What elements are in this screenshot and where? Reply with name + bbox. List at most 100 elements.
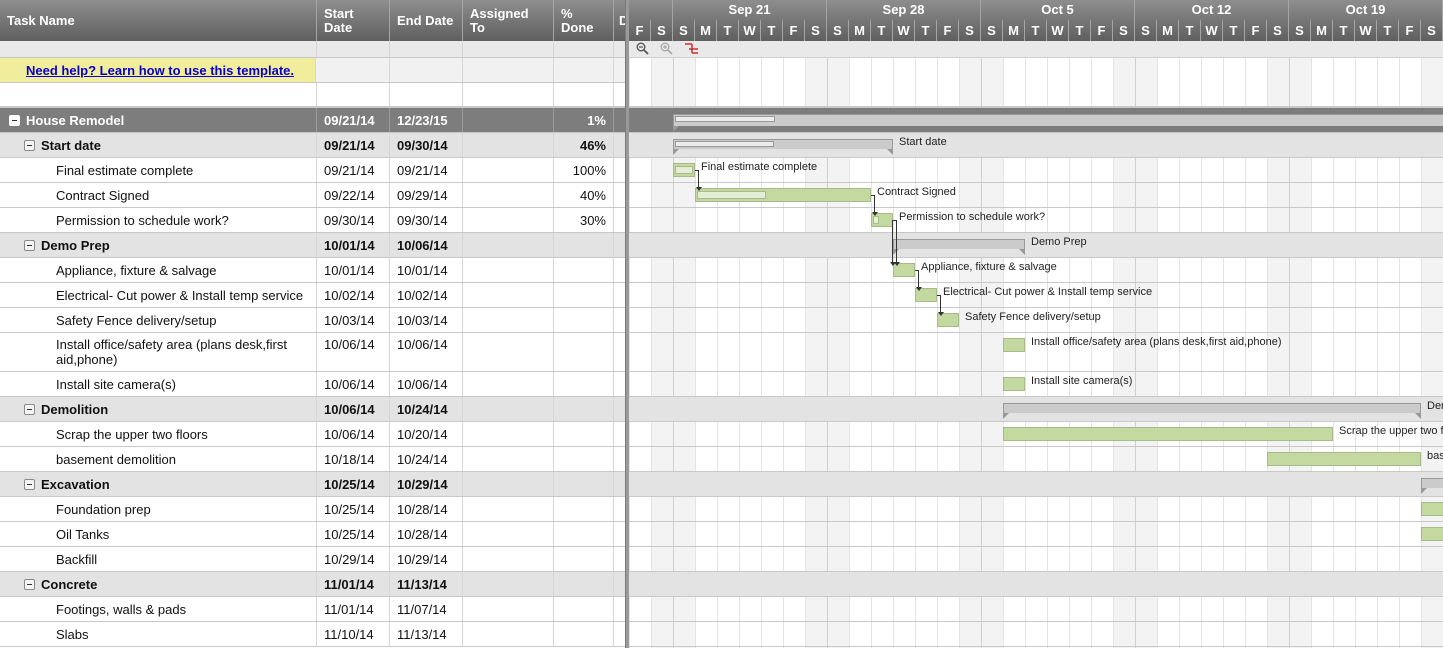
start-date-cell[interactable]: 10/25/14 [317, 497, 390, 521]
start-date-cell[interactable]: 09/30/14 [317, 208, 390, 232]
assigned-to-cell[interactable] [463, 208, 554, 232]
table-row[interactable]: Foundation prep 10/25/14 10/28/14 [0, 497, 625, 522]
end-date-cell[interactable]: 10/06/14 [390, 372, 463, 396]
assigned-to-cell[interactable] [463, 597, 554, 621]
column-header-start-date[interactable]: Start Date [317, 0, 390, 41]
summary-bar[interactable] [1421, 478, 1443, 494]
end-date-cell[interactable]: 11/13/14 [390, 572, 463, 596]
table-row[interactable]: Install site camera(s) 10/06/14 10/06/14 [0, 372, 625, 397]
end-date-cell[interactable]: 10/28/14 [390, 497, 463, 521]
task-name-cell[interactable]: Install office/safety area (plans desk,f… [0, 333, 317, 371]
assigned-to-cell[interactable] [463, 233, 554, 257]
collapse-toggle-icon[interactable] [24, 578, 35, 590]
zoom-in-icon[interactable] [660, 42, 673, 58]
table-row[interactable]: basement demolition 10/18/14 10/24/14 [0, 447, 625, 472]
collapse-toggle-icon[interactable] [24, 478, 35, 490]
group-row[interactable]: Demolition 10/06/14 10/24/14 [0, 397, 625, 422]
assigned-to-cell[interactable] [463, 447, 554, 471]
assigned-to-cell[interactable] [463, 422, 554, 446]
end-date-cell[interactable]: 12/23/15 [390, 108, 463, 132]
help-link[interactable]: Need help? Learn how to use this templat… [26, 63, 294, 78]
start-date-cell[interactable]: 10/03/14 [317, 308, 390, 332]
group-row[interactable]: Demo Prep 10/01/14 10/06/14 [0, 233, 625, 258]
task-name-cell[interactable]: Safety Fence delivery/setup [0, 308, 317, 332]
start-date-cell[interactable]: 11/01/14 [317, 597, 390, 621]
assigned-to-cell[interactable] [463, 572, 554, 596]
pct-done-cell[interactable] [554, 372, 614, 396]
end-date-cell[interactable]: 10/02/14 [390, 283, 463, 307]
start-date-cell[interactable]: 10/25/14 [317, 472, 390, 496]
task-bar[interactable] [673, 163, 695, 177]
pct-done-cell[interactable] [554, 622, 614, 646]
pct-done-cell[interactable] [554, 283, 614, 307]
pct-done-cell[interactable]: 1% [554, 108, 614, 132]
group-row[interactable]: House Remodel 09/21/14 12/23/15 1% [0, 108, 625, 133]
assigned-to-cell[interactable] [463, 622, 554, 646]
d-cell[interactable] [614, 208, 625, 232]
pct-done-cell[interactable] [554, 397, 614, 421]
group-row[interactable]: Concrete 11/01/14 11/13/14 [0, 572, 625, 597]
pct-done-cell[interactable]: 46% [554, 133, 614, 157]
collapse-toggle-icon[interactable] [24, 403, 35, 415]
assigned-to-cell[interactable] [463, 308, 554, 332]
end-date-cell[interactable]: 09/21/14 [390, 158, 463, 182]
start-date-cell[interactable]: 09/21/14 [317, 108, 390, 132]
task-name-cell[interactable]: Foundation prep [0, 497, 317, 521]
table-row[interactable]: Safety Fence delivery/setup 10/03/14 10/03… [0, 308, 625, 333]
task-bar[interactable] [1003, 427, 1333, 441]
table-row[interactable]: Backfill 10/29/14 10/29/14 [0, 547, 625, 572]
task-name-cell[interactable]: Contract Signed [0, 183, 317, 207]
start-date-cell[interactable]: 10/01/14 [317, 233, 390, 257]
task-name-cell[interactable]: Permission to schedule work? [0, 208, 317, 232]
pct-done-cell[interactable] [554, 572, 614, 596]
column-header-end-date[interactable]: End Date [390, 0, 463, 41]
task-name-cell[interactable]: Concrete [0, 572, 317, 596]
pct-done-cell[interactable]: 30% [554, 208, 614, 232]
table-row[interactable]: Electrical- Cut power & Install temp ser… [0, 283, 625, 308]
table-row[interactable]: Contract Signed 09/22/14 09/29/14 40% [0, 183, 625, 208]
zoom-out-icon[interactable] [636, 42, 649, 58]
table-row[interactable]: Oil Tanks 10/25/14 10/28/14 [0, 522, 625, 547]
end-date-cell[interactable]: 10/24/14 [390, 447, 463, 471]
table-row[interactable]: Footings, walls & pads 11/01/14 11/07/14 [0, 597, 625, 622]
end-date-cell[interactable]: 09/29/14 [390, 183, 463, 207]
start-date-cell[interactable]: 10/29/14 [317, 547, 390, 571]
table-row[interactable]: Final estimate complete 09/21/14 09/21/14 1… [0, 158, 625, 183]
task-name-cell[interactable]: Final estimate complete [0, 158, 317, 182]
start-date-cell[interactable]: 10/02/14 [317, 283, 390, 307]
end-date-cell[interactable]: 10/28/14 [390, 522, 463, 546]
d-cell[interactable] [614, 308, 625, 332]
start-date-cell[interactable]: 10/06/14 [317, 397, 390, 421]
assigned-to-cell[interactable] [463, 158, 554, 182]
summary-bar[interactable] [893, 239, 1025, 255]
assigned-to-cell[interactable] [463, 183, 554, 207]
end-date-cell[interactable]: 11/13/14 [390, 622, 463, 646]
table-row[interactable]: Appliance, fixture & salvage 10/01/14 10/0… [0, 258, 625, 283]
d-cell[interactable] [614, 422, 625, 446]
start-date-cell[interactable]: 10/06/14 [317, 333, 390, 371]
assigned-to-cell[interactable] [463, 497, 554, 521]
table-row[interactable]: Slabs 11/10/14 11/13/14 [0, 622, 625, 647]
task-bar[interactable] [1003, 338, 1025, 352]
d-cell[interactable] [614, 622, 625, 646]
task-name-cell[interactable]: Appliance, fixture & salvage [0, 258, 317, 282]
group-row[interactable]: Start date 09/21/14 09/30/14 46% [0, 133, 625, 158]
start-date-cell[interactable]: 10/18/14 [317, 447, 390, 471]
collapse-toggle-icon[interactable] [24, 239, 35, 251]
assigned-to-cell[interactable] [463, 522, 554, 546]
end-date-cell[interactable]: 10/29/14 [390, 472, 463, 496]
d-cell[interactable] [614, 183, 625, 207]
pct-done-cell[interactable] [554, 597, 614, 621]
end-date-cell[interactable]: 09/30/14 [390, 133, 463, 157]
d-cell[interactable] [614, 497, 625, 521]
start-date-cell[interactable]: 09/22/14 [317, 183, 390, 207]
task-bar[interactable] [695, 188, 871, 202]
assigned-to-cell[interactable] [463, 397, 554, 421]
task-name-cell[interactable]: Scrap the upper two floors [0, 422, 317, 446]
d-cell[interactable] [614, 547, 625, 571]
task-name-cell[interactable]: Excavation [0, 472, 317, 496]
d-cell[interactable] [614, 372, 625, 396]
pct-done-cell[interactable] [554, 472, 614, 496]
assigned-to-cell[interactable] [463, 133, 554, 157]
end-date-cell[interactable]: 10/03/14 [390, 308, 463, 332]
